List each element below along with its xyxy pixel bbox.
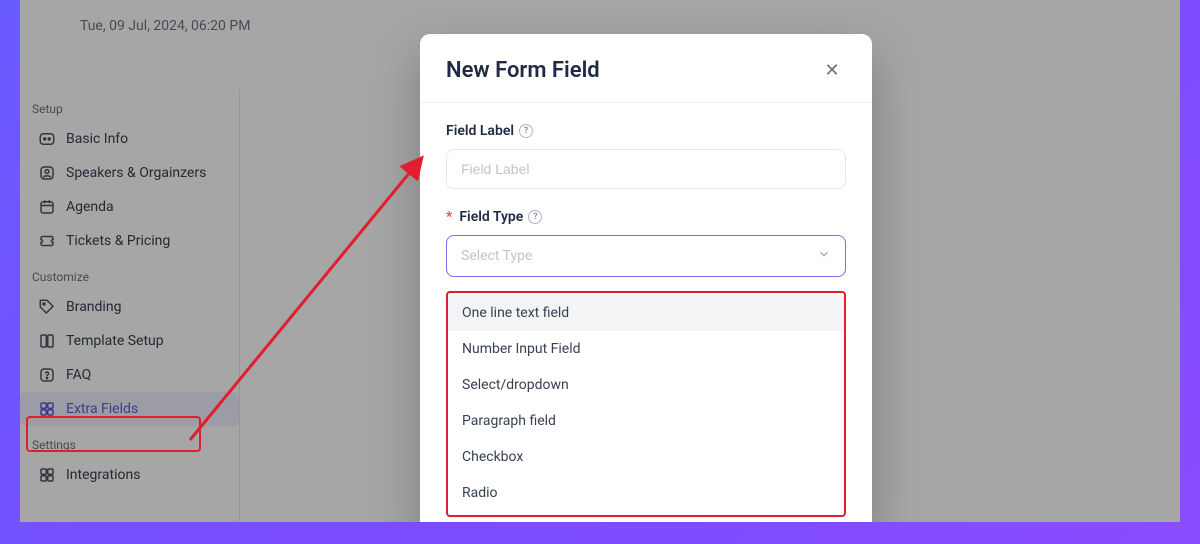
select-placeholder: Select Type bbox=[461, 248, 532, 264]
sidebar-item-tickets[interactable]: Tickets & Pricing bbox=[20, 224, 239, 258]
new-form-field-modal: New Form Field ✕ Field Label ? * Field T… bbox=[420, 34, 872, 522]
sidebar-item-label: FAQ bbox=[66, 367, 91, 383]
section-customize: Customize bbox=[20, 258, 239, 290]
section-settings: Settings bbox=[20, 426, 239, 458]
sidebar-item-branding[interactable]: Branding bbox=[20, 290, 239, 324]
option-radio[interactable]: Radio bbox=[448, 475, 844, 511]
sidebar: Setup Basic Info Speakers & Orgainzers A… bbox=[20, 90, 240, 522]
sidebar-item-speakers[interactable]: Speakers & Orgainzers bbox=[20, 156, 239, 190]
field-type-dropdown: One line text field Number Input Field S… bbox=[446, 291, 846, 517]
question-icon bbox=[38, 366, 56, 384]
tag-icon bbox=[38, 298, 56, 316]
user-icon bbox=[38, 164, 56, 182]
integration-icon bbox=[38, 466, 56, 484]
sidebar-item-label: Basic Info bbox=[66, 131, 128, 147]
info-icon bbox=[38, 130, 56, 148]
field-label-input[interactable] bbox=[446, 149, 846, 189]
close-button[interactable]: ✕ bbox=[818, 56, 846, 84]
help-icon[interactable]: ? bbox=[519, 124, 533, 138]
sidebar-item-basic-info[interactable]: Basic Info bbox=[20, 122, 239, 156]
sidebar-item-label: Tickets & Pricing bbox=[66, 233, 170, 249]
option-checkbox[interactable]: Checkbox bbox=[448, 439, 844, 475]
section-setup: Setup bbox=[20, 90, 239, 122]
sidebar-item-label: Branding bbox=[66, 299, 121, 315]
option-number-input[interactable]: Number Input Field bbox=[448, 331, 844, 367]
required-asterisk: * bbox=[446, 209, 452, 225]
ticket-icon bbox=[38, 232, 56, 250]
grid-icon bbox=[38, 400, 56, 418]
sidebar-item-label: Integrations bbox=[66, 467, 140, 483]
help-icon[interactable]: ? bbox=[528, 210, 542, 224]
sidebar-item-agenda[interactable]: Agenda bbox=[20, 190, 239, 224]
layout-icon bbox=[38, 332, 56, 350]
page-datetime: Tue, 09 Jul, 2024, 06:20 PM bbox=[80, 18, 1160, 34]
field-type-select[interactable]: Select Type bbox=[446, 235, 846, 277]
sidebar-item-template[interactable]: Template Setup bbox=[20, 324, 239, 358]
close-icon: ✕ bbox=[824, 60, 839, 80]
field-type-caption: Field Type bbox=[459, 209, 523, 225]
sidebar-item-faq[interactable]: FAQ bbox=[20, 358, 239, 392]
option-select-dropdown[interactable]: Select/dropdown bbox=[448, 367, 844, 403]
calendar-icon bbox=[38, 198, 56, 216]
option-one-line-text[interactable]: One line text field bbox=[448, 295, 844, 331]
field-label-caption: Field Label bbox=[446, 123, 514, 139]
sidebar-item-extra-fields[interactable]: Extra Fields bbox=[20, 392, 239, 426]
sidebar-item-label: Speakers & Orgainzers bbox=[66, 165, 206, 181]
chevron-down-icon bbox=[817, 247, 831, 265]
modal-title: New Form Field bbox=[446, 58, 600, 83]
sidebar-item-label: Agenda bbox=[66, 199, 114, 215]
option-paragraph[interactable]: Paragraph field bbox=[448, 403, 844, 439]
sidebar-item-label: Extra Fields bbox=[66, 401, 138, 417]
sidebar-item-integrations[interactable]: Integrations bbox=[20, 458, 239, 492]
sidebar-item-label: Template Setup bbox=[66, 333, 164, 349]
